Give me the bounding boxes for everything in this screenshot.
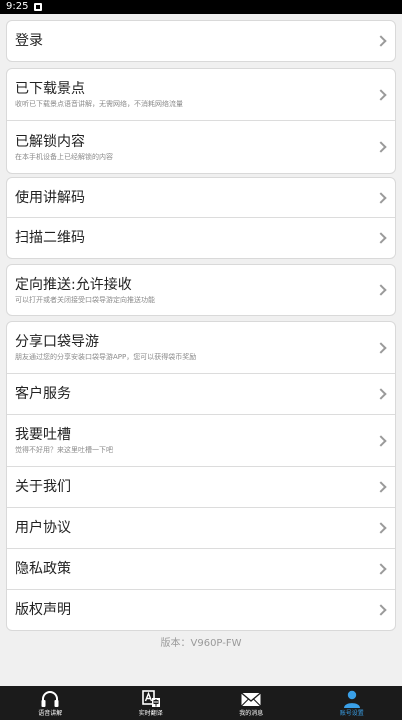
row-title: 定向推送:允许接收 (15, 276, 132, 293)
tab-translate[interactable]: 实时翻译 (101, 686, 202, 720)
chevron-right-icon (375, 191, 387, 204)
misc-card: 分享口袋导游 朋友通过您的分享安装口袋导游APP，您可以获得袋币奖励 客户服务 … (6, 321, 396, 631)
tab-audio-guide[interactable]: 语音讲解 (0, 686, 101, 720)
chevron-right-icon (375, 284, 387, 296)
use-code-row[interactable]: 使用讲解码 (7, 178, 395, 218)
chevron-right-icon (375, 232, 387, 244)
about-us-row[interactable]: 关于我们 (7, 467, 395, 508)
tab-label: 语音讲解 (38, 710, 63, 717)
chevron-right-icon (375, 141, 387, 153)
tab-label: 账号设置 (339, 710, 364, 717)
row-title: 隐私政策 (15, 561, 71, 577)
status-bar: 9:25 (0, 0, 402, 14)
row-subtitle: 可以打开或者关闭接受口袋导游定向推送功能 (15, 295, 155, 304)
chevron-right-icon (375, 434, 387, 447)
translate-icon (141, 690, 160, 707)
privacy-policy-row[interactable]: 隐私政策 (7, 549, 395, 590)
settings-list: 登录 已下载景点 收听已下载景点语音讲解，无需网络，不消耗网络流量 已解锁内容 … (0, 14, 402, 686)
row-title: 分享口袋导游 (15, 334, 99, 350)
row-title: 已下载景点 (15, 81, 85, 97)
login-row[interactable]: 登录 (7, 21, 395, 61)
content-card: 已下载景点 收听已下载景点语音讲解，无需网络，不消耗网络流量 已解锁内容 在本手… (6, 68, 396, 174)
headphones-icon (41, 691, 59, 707)
person-icon (343, 690, 360, 708)
version-label: 版本：V960P-FW (160, 638, 242, 649)
row-subtitle: 收听已下载景点语音讲解，无需网络，不消耗网络流量 (15, 100, 183, 108)
chevron-right-icon (375, 88, 387, 101)
login-card: 登录 (6, 20, 396, 62)
downloaded-spots-row[interactable]: 已下载景点 收听已下载景点语音讲解，无需网络，不消耗网络流量 (7, 69, 395, 121)
row-title: 已解锁内容 (15, 133, 85, 150)
notification-icon (34, 3, 43, 11)
feedback-row[interactable]: 我要吐槽 觉得不好用？来这里吐槽一下吧 (7, 415, 395, 467)
status-time: 9:25 (6, 1, 29, 12)
row-title: 我要吐槽 (15, 427, 71, 443)
chevron-right-icon (375, 481, 387, 493)
row-subtitle: 在本手机设备上已经解锁的内容 (15, 152, 113, 161)
user-agreement-row[interactable]: 用户协议 (7, 508, 395, 549)
row-title: 用户协议 (15, 520, 71, 536)
unlocked-content-row[interactable]: 已解锁内容 在本手机设备上已经解锁的内容 (7, 121, 395, 173)
row-title: 登录 (15, 33, 43, 49)
chevron-right-icon (375, 563, 387, 575)
row-title: 使用讲解码 (15, 189, 85, 206)
tab-label: 实时翻译 (138, 710, 163, 717)
row-subtitle: 觉得不好用？来这里吐槽一下吧 (15, 446, 113, 454)
row-subtitle: 朋友通过您的分享安装口袋导游APP，您可以获得袋币奖励 (15, 353, 197, 361)
envelope-icon (241, 692, 262, 707)
scan-qr-row[interactable]: 扫描二维码 (7, 218, 395, 258)
push-card: 定向推送:允许接收 可以打开或者关闭接受口袋导游定向推送功能 (6, 264, 396, 316)
row-title: 版权声明 (15, 602, 71, 618)
tab-messages[interactable]: 我的消息 (201, 686, 302, 720)
tab-account-settings[interactable]: 账号设置 (302, 686, 402, 720)
share-app-row[interactable]: 分享口袋导游 朋友通过您的分享安装口袋导游APP，您可以获得袋币奖励 (7, 322, 395, 374)
chevron-right-icon (375, 522, 387, 534)
row-title: 关于我们 (15, 479, 71, 495)
copyright-row[interactable]: 版权声明 (7, 590, 395, 630)
chevron-right-icon (375, 604, 387, 616)
chevron-right-icon (375, 341, 387, 354)
bottom-tab-bar: 语音讲解 实时翻译 我的消息 账号设置 (0, 686, 402, 720)
tab-label: 我的消息 (239, 710, 264, 717)
chevron-right-icon (375, 35, 387, 47)
row-title: 扫描二维码 (15, 230, 85, 246)
push-setting-row[interactable]: 定向推送:允许接收 可以打开或者关闭接受口袋导游定向推送功能 (7, 265, 395, 315)
code-card: 使用讲解码 扫描二维码 (6, 177, 396, 259)
customer-service-row[interactable]: 客户服务 (7, 374, 395, 415)
row-title: 客户服务 (15, 386, 71, 402)
chevron-right-icon (375, 388, 387, 400)
